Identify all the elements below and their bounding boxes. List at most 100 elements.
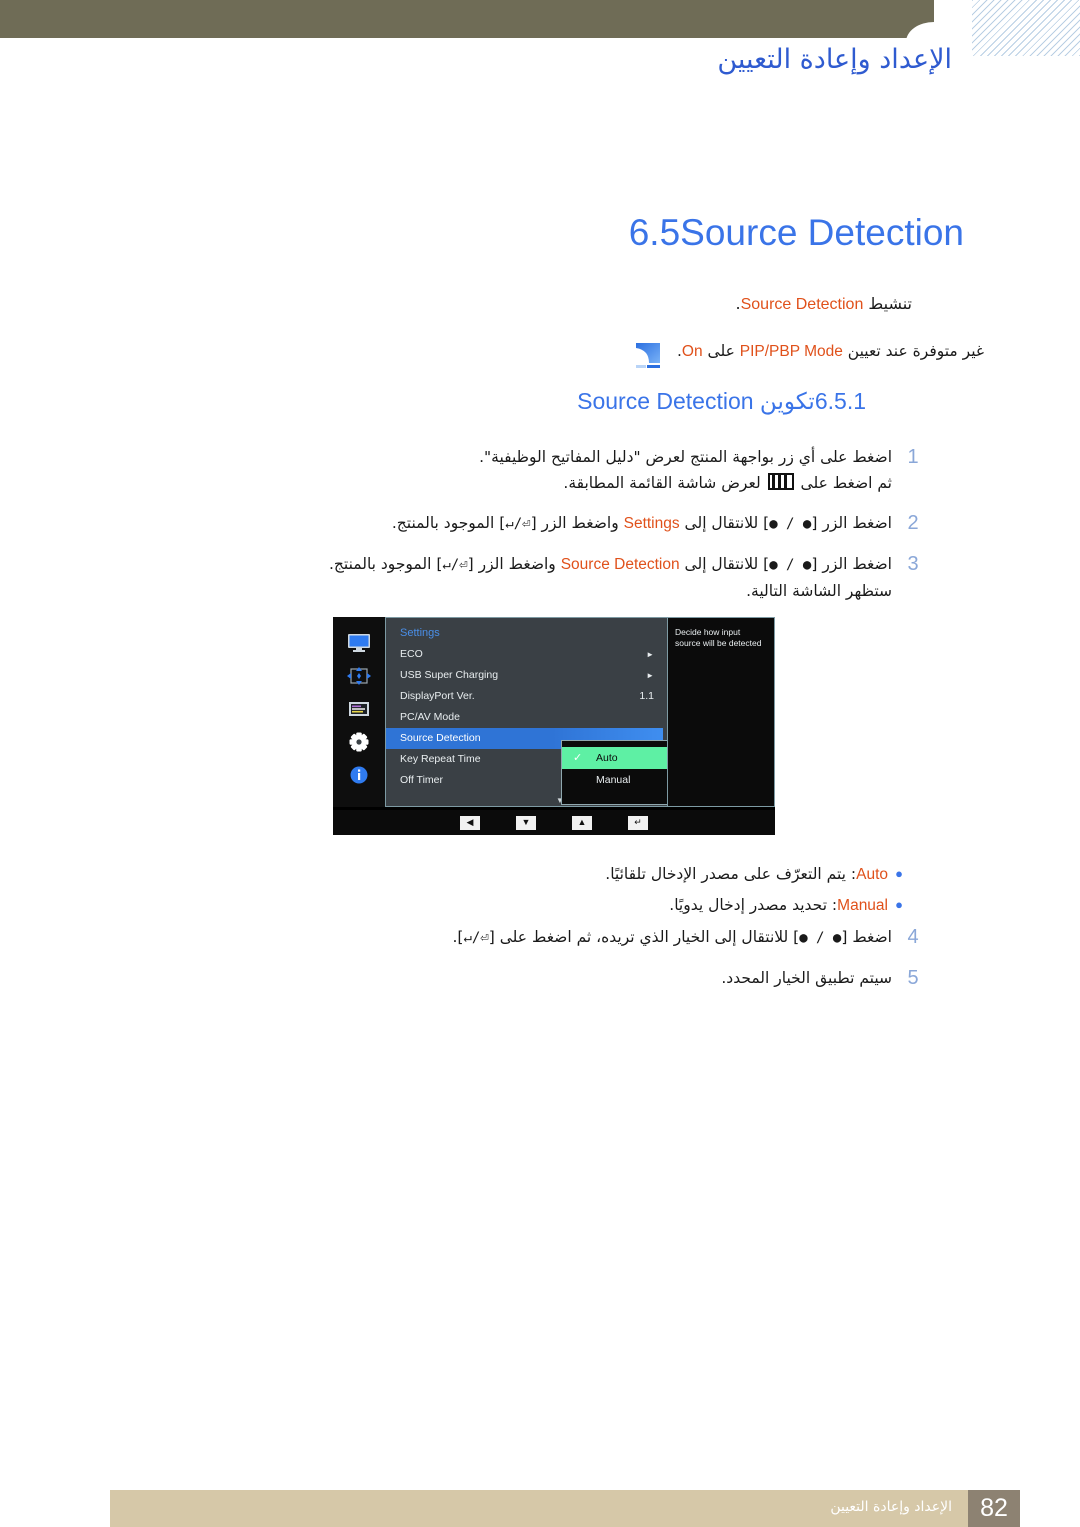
step-item: 3 اضغط الزر [● / ●] للانتقال إلى Source … — [140, 551, 930, 604]
osd-submenu-label: Auto — [596, 752, 618, 764]
osd-sidebar — [333, 617, 385, 807]
step4-b: ] للانتقال إلى الخيار الذي تريده، ثم اضغ… — [488, 928, 800, 946]
step1-line2-b: لعرض شاشة القائمة المطابقة. — [563, 474, 766, 492]
step-number: 1 — [907, 446, 919, 468]
step2-b: ] للانتقال إلى — [679, 514, 770, 532]
osd-frame: Settings ECO ► USB Super Charging ► Disp… — [333, 617, 775, 807]
osd-item-displayport-ver[interactable]: DisplayPort Ver. 1.1 — [386, 686, 663, 707]
bullet-dot-icon: ● — [895, 897, 903, 912]
bullet-text: Manual: تحديد مصدر إدخال يدويًا. — [669, 893, 888, 918]
osd-item-label: Source Detection — [400, 732, 481, 744]
bullet-desc: : تحديد مصدر إدخال يدويًا. — [669, 896, 838, 914]
section-number: 6.5 — [628, 212, 681, 253]
intro-prefix: تنشيط — [863, 294, 912, 313]
nav-enter-icon[interactable]: ↵ — [628, 815, 648, 830]
osd-main-panel: Settings ECO ► USB Super Charging ► Disp… — [385, 617, 775, 807]
step-item: 1 اضغط على أي زر بواجهة المنتج لعرض "دلي… — [140, 444, 930, 496]
step-text: سيتم تطبيق الخيار المحدد. — [721, 969, 892, 987]
subsection-title-ar: تكوين — [753, 388, 815, 414]
osd-item-usb-super-charging[interactable]: USB Super Charging ► — [386, 665, 663, 686]
osd-item-label: PC/AV Mode — [400, 711, 460, 723]
note-callout: غير متوفرة عند تعيين PIP/PBP Mode على On… — [633, 340, 984, 370]
position-arrows-icon[interactable] — [346, 666, 372, 686]
step3-c: واضغط الزر [ — [467, 555, 561, 573]
step3-button-enter: ⏎/↵ — [442, 557, 468, 573]
note-term-pip: PIP/PBP Mode — [739, 343, 843, 360]
check-icon: ✓ — [573, 752, 583, 764]
note-text-b: على — [702, 342, 740, 360]
menu-icon — [767, 473, 794, 490]
onscreen-display-icon[interactable] — [346, 699, 372, 719]
step-number: 5 — [907, 967, 919, 989]
step-text: اضغط على أي زر بواجهة المنتج لعرض "دليل … — [140, 444, 896, 496]
step2-button-enter: ⏎/↵ — [505, 516, 531, 532]
osd-submenu-label: Manual — [596, 774, 631, 786]
bullet-term-auto: Auto — [856, 866, 888, 883]
step4-button-updown: ● / ● — [799, 930, 842, 946]
note-text: غير متوفرة عند تعيين PIP/PBP Mode على On… — [677, 340, 984, 363]
subsection-heading: 6.5.1تكوين Source Detection — [577, 388, 890, 415]
osd-navbar: ◀ ▼ ▲ ↵ — [333, 810, 775, 835]
nav-up-icon[interactable]: ▲ — [572, 815, 592, 830]
bullet-item: ● Manual: تحديد مصدر إدخال يدويًا. — [150, 893, 910, 918]
section-heading: 6.5Source Detection — [629, 212, 992, 254]
step2-a: اضغط الزر [ — [811, 514, 892, 532]
bullet-term-manual: Manual — [837, 897, 888, 914]
bullet-item: ● Auto: يتم التعرّف على مصدر الإدخال تلق… — [150, 862, 910, 887]
chevron-right-icon: ► — [646, 650, 654, 659]
page-title: الإعداد وإعادة التعيين — [717, 44, 952, 75]
step1-line2-a: ثم اضغط على — [795, 474, 892, 492]
info-icon[interactable] — [346, 765, 372, 785]
step4-c: ]. — [452, 928, 464, 946]
intro-term: Source Detection — [740, 296, 864, 313]
bullet-dot-icon: ● — [895, 866, 903, 881]
osd-item-label: DisplayPort Ver. — [400, 690, 475, 702]
step2-button-updown: ● / ● — [769, 516, 812, 532]
subsection-title-en: Source Detection — [577, 388, 754, 414]
step3-button-updown: ● / ● — [769, 557, 812, 573]
bullet-text: Auto: يتم التعرّف على مصدر الإدخال تلقائ… — [605, 862, 888, 887]
step-item: 2 اضغط الزر [● / ●] للانتقال إلى Setting… — [140, 510, 930, 537]
step3-line2: ستظهر الشاشة التالية. — [746, 582, 892, 600]
chevron-right-icon: ► — [646, 671, 654, 680]
option-bullets: ● Auto: يتم التعرّف على مصدر الإدخال تلق… — [150, 862, 910, 924]
footer-text: الإعداد وإعادة التعيين — [830, 1499, 952, 1515]
step4-a: اضغط [ — [841, 928, 892, 946]
osd-item-value: 1.1 — [639, 690, 654, 702]
page-number: 82 — [968, 1490, 1020, 1527]
step4-button-enter: ⏎/↵ — [463, 930, 489, 946]
gear-icon[interactable] — [346, 732, 372, 752]
note-text-a: غير متوفرة عند تعيين — [842, 342, 984, 360]
osd-item-label: USB Super Charging — [400, 669, 499, 681]
step2-c: واضغط الزر [ — [530, 514, 624, 532]
step-number: 4 — [907, 926, 919, 948]
step-item: 5 سيتم تطبيق الخيار المحدد. — [140, 965, 930, 991]
header-band — [0, 0, 934, 38]
step-text: اضغط [● / ●] للانتقال إلى الخيار الذي تر… — [140, 924, 896, 951]
osd-item-pc-av-mode[interactable]: PC/AV Mode — [386, 707, 663, 728]
step1-line1: اضغط على أي زر بواجهة المنتج لعرض "دليل … — [479, 448, 892, 466]
step2-term-settings: Settings — [623, 515, 680, 532]
header-stripe-pattern — [972, 0, 1080, 56]
step-item: 4 اضغط [● / ●] للانتقال إلى الخيار الذي … — [140, 924, 930, 951]
nav-down-icon[interactable]: ▼ — [516, 815, 536, 830]
nav-left-icon[interactable]: ◀ — [460, 815, 480, 830]
monitor-icon[interactable] — [346, 633, 372, 653]
step3-term-source-detection: Source Detection — [560, 556, 680, 573]
instruction-steps: 1 اضغط على أي زر بواجهة المنتج لعرض "دلي… — [140, 444, 930, 618]
instruction-steps-continued: 4 اضغط [● / ●] للانتقال إلى الخيار الذي … — [140, 924, 930, 1005]
section-intro: تنشيط Source Detection. — [736, 294, 912, 314]
step1-line2: ثم اضغط على لعرض شاشة القائمة المطابقة. — [140, 470, 892, 496]
osd-info-panel: Decide how input source will be detected — [667, 618, 774, 806]
step-text: اضغط الزر [● / ●] للانتقال إلى Settings … — [140, 510, 896, 537]
step2-d: ] الموجود بالمنتج. — [391, 514, 506, 532]
step-text: اضغط الزر [● / ●] للانتقال إلى Source De… — [140, 551, 896, 604]
osd-item-eco[interactable]: ECO ► — [386, 644, 663, 665]
step-number: 2 — [907, 512, 919, 534]
step3-a: اضغط الزر [ — [811, 555, 892, 573]
document-page: الإعداد وإعادة التعيين 6.5Source Detecti… — [0, 0, 1080, 1527]
step3-b: ] للانتقال إلى — [679, 555, 770, 573]
step3-d: ] الموجود بالمنتج. — [328, 555, 443, 573]
note-term-on: On — [681, 343, 703, 360]
osd-item-label: Key Repeat Time — [400, 753, 481, 765]
